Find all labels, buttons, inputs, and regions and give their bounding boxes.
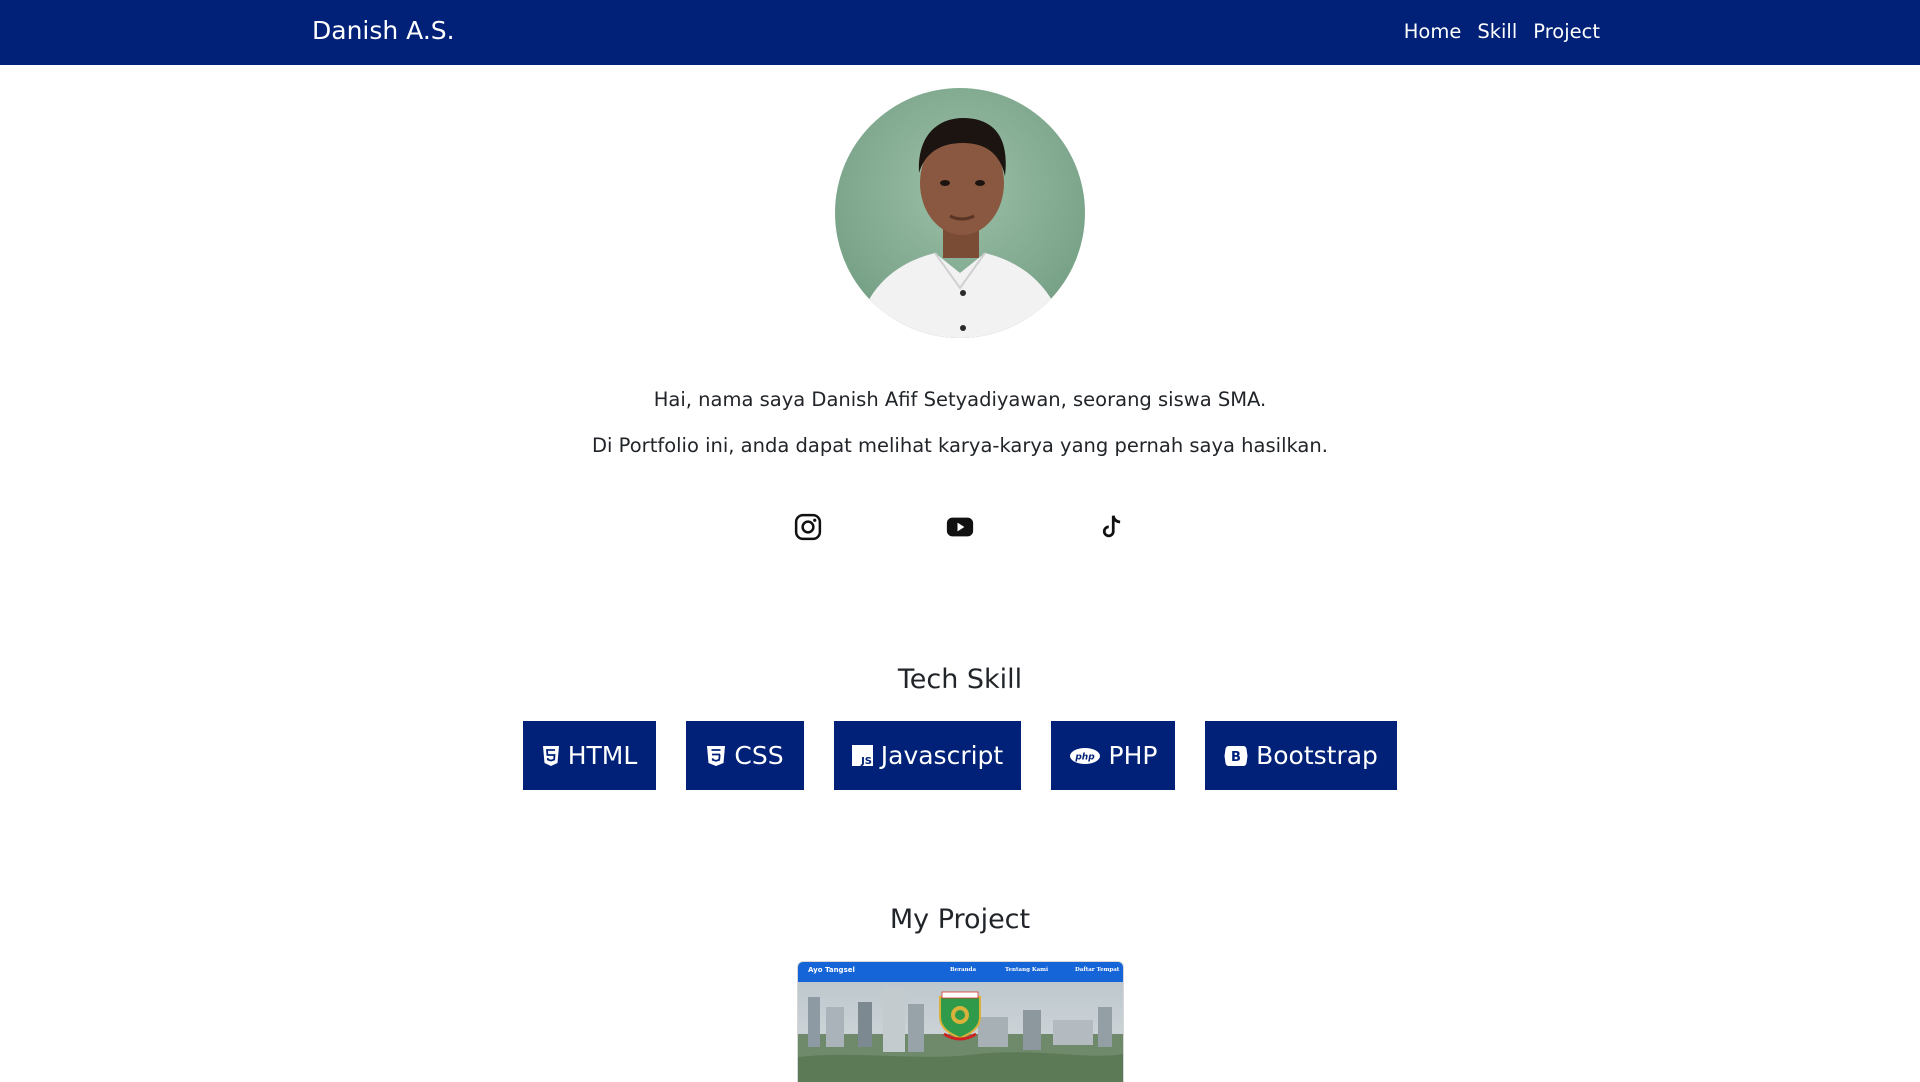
- nav-skill-link[interactable]: Skill: [1477, 20, 1517, 43]
- project-link-tentang: Tentang Kami: [1005, 967, 1049, 973]
- skill-bootstrap-badge[interactable]: B Bootstrap: [1205, 721, 1397, 790]
- project-card-ayo-tangsel[interactable]: Ayo Tangsel Beranda Tentang Kami Daftar …: [798, 962, 1123, 1082]
- skill-bootstrap-label: Bootstrap: [1256, 741, 1378, 770]
- tech-skill-title: Tech Skill: [897, 664, 1023, 695]
- svg-text:php: php: [1074, 752, 1095, 762]
- svg-text:JS: JS: [860, 756, 872, 766]
- skill-css-label: CSS: [734, 741, 784, 770]
- profile-photo: [835, 88, 1085, 338]
- php-icon: php: [1069, 747, 1100, 764]
- instagram-icon: [794, 513, 822, 541]
- my-project-title: My Project: [889, 904, 1031, 935]
- tiktok-icon: [1102, 515, 1121, 538]
- project-link-beranda: Beranda: [950, 967, 977, 973]
- skill-css-badge[interactable]: CSS: [686, 721, 804, 790]
- skill-php-label: PHP: [1108, 741, 1158, 770]
- svg-text:B: B: [1231, 750, 1241, 765]
- project-link-daftar: Daftar Tempat: [1075, 967, 1120, 973]
- css3-icon: [707, 745, 726, 766]
- skill-javascript-label: Javascript: [880, 741, 1004, 770]
- html5-icon: [542, 745, 559, 766]
- youtube-icon: [946, 517, 974, 537]
- instagram-link[interactable]: [793, 512, 823, 542]
- nav-links: Home Skill Project: [1404, 20, 1600, 43]
- skill-html-label: HTML: [567, 741, 638, 770]
- skill-javascript-badge[interactable]: JS Javascript: [834, 721, 1021, 790]
- tiktok-link[interactable]: [1097, 512, 1127, 542]
- skill-list: HTML CSS JS Javascript php PHP B Bootstr…: [0, 721, 1920, 790]
- nav-project-link[interactable]: Project: [1533, 20, 1600, 43]
- profile-avatar: [835, 88, 1085, 338]
- youtube-link[interactable]: [945, 512, 975, 542]
- nav-home-link[interactable]: Home: [1404, 20, 1462, 43]
- navbar: Danish A.S. Home Skill Project: [0, 0, 1920, 65]
- intro-line-1: Hai, nama saya Danish Afif Setyadiyawan,…: [653, 388, 1267, 411]
- intro-line-2: Di Portfolio ini, anda dapat melihat kar…: [592, 434, 1328, 457]
- bootstrap-icon: B: [1224, 745, 1248, 766]
- project-brand: Ayo Tangsel: [808, 966, 855, 974]
- skill-php-badge[interactable]: php PHP: [1051, 721, 1175, 790]
- brand-link[interactable]: Danish A.S.: [312, 16, 455, 45]
- javascript-icon: JS: [851, 745, 873, 766]
- project-navbar: Ayo Tangsel Beranda Tentang Kami Daftar …: [798, 962, 1123, 982]
- skill-html-badge[interactable]: HTML: [523, 721, 656, 790]
